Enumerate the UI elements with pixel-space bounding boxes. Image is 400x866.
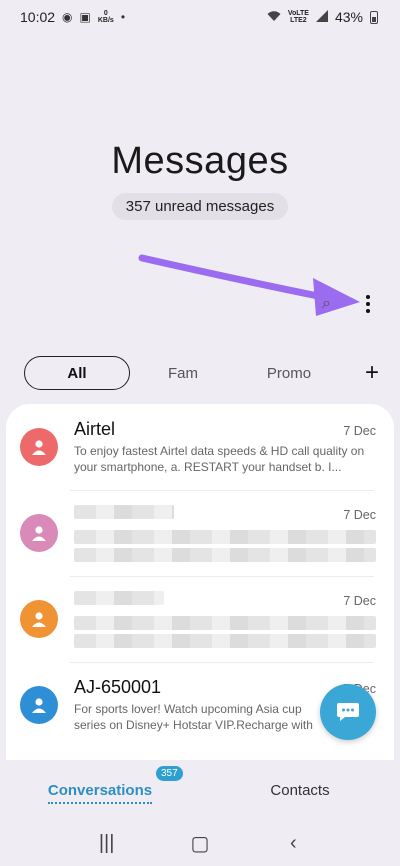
battery-icon	[370, 10, 378, 24]
avatar	[20, 600, 58, 638]
network-speed-unit: KB/s	[97, 17, 114, 24]
avatar	[20, 686, 58, 724]
more-dot	[366, 302, 370, 306]
back-icon[interactable]: ‹	[278, 832, 308, 855]
tab-all[interactable]: All	[24, 356, 130, 390]
conversations-count-badge: 357	[156, 765, 183, 781]
nav-contacts[interactable]: Contacts	[200, 782, 400, 799]
bottom-navigation: Conversations 357 Contacts	[0, 760, 400, 820]
status-right: VoLTE LTE2 43%	[267, 9, 378, 25]
person-icon	[32, 612, 46, 627]
signal-icon	[315, 10, 328, 24]
chat-icon	[337, 703, 359, 721]
nav-contacts-label: Contacts	[270, 781, 330, 799]
nav-conversations-label: Conversations	[47, 781, 153, 804]
tab-promo[interactable]: Promo	[236, 356, 342, 390]
header: Messages 357 unread messages	[0, 140, 400, 220]
person-icon	[32, 526, 46, 541]
more-notifications-dot-icon: •	[120, 10, 126, 24]
status-left: 10:02 ◉ ▣ 0 KB/s •	[20, 9, 125, 25]
blurred-sender	[74, 504, 174, 519]
blurred-preview	[74, 529, 376, 544]
recent-apps-icon[interactable]: |||	[92, 832, 122, 855]
person-icon	[32, 698, 46, 713]
blurred-preview	[74, 615, 376, 630]
status-bar: 10:02 ◉ ▣ 0 KB/s • VoLTE LTE2 43%	[0, 0, 400, 34]
conversation-row-blurred[interactable]: 7 Dec	[6, 490, 394, 576]
annotation-arrow	[138, 254, 360, 316]
sender-name: Airtel	[74, 419, 116, 439]
battery-percent: 43%	[334, 9, 363, 25]
tab-fam[interactable]: Fam	[130, 356, 236, 390]
avatar	[20, 428, 58, 466]
new-chat-button[interactable]	[320, 684, 376, 740]
home-icon[interactable]: ▢	[185, 831, 215, 856]
blurred-preview	[74, 633, 376, 648]
conversation-date: 7 Dec	[343, 593, 376, 608]
nav-conversations[interactable]: Conversations 357	[0, 765, 200, 804]
network-type: VoLTE LTE2	[288, 10, 309, 24]
network-speed: 0 KB/s	[98, 10, 114, 24]
conversation-body: Airtel 7 Dec To enjoy fastest Airtel dat…	[74, 419, 394, 475]
status-time: 10:02	[20, 9, 56, 25]
blurred-sender	[74, 590, 164, 605]
avatar	[20, 514, 58, 552]
person-icon	[32, 440, 46, 455]
sender-name: AJ-650001	[74, 677, 162, 697]
unread-count-badge: 357 unread messages	[111, 193, 289, 220]
conversation-row-airtel[interactable]: Airtel 7 Dec To enjoy fastest Airtel dat…	[6, 404, 394, 490]
category-tabs: All Fam Promo +	[24, 355, 384, 391]
more-dot	[366, 309, 370, 313]
conversation-body: 7 Dec	[74, 504, 394, 562]
search-icon[interactable]: ⌕	[322, 295, 331, 313]
page-title: Messages	[111, 140, 289, 182]
conversation-body: 7 Dec	[74, 590, 394, 648]
conversation-date: 7 Dec	[343, 424, 376, 438]
network-speed-value: 0	[103, 10, 108, 17]
image-notification-icon: ▣	[79, 10, 91, 24]
message-preview: To enjoy fastest Airtel data speeds & HD…	[74, 444, 365, 474]
network-type-top: VoLTE	[287, 10, 309, 17]
more-dot	[366, 295, 370, 299]
conversation-row-blurred[interactable]: 7 Dec	[6, 576, 394, 662]
more-options-icon[interactable]	[359, 292, 377, 316]
system-navigation-bar: ||| ▢ ‹	[0, 820, 400, 866]
add-category-button[interactable]: +	[360, 361, 384, 385]
wifi-icon	[267, 10, 281, 24]
conversation-date: 7 Dec	[343, 507, 376, 522]
network-type-bottom: LTE2	[290, 17, 307, 24]
blurred-preview	[74, 547, 376, 562]
whatsapp-icon: ◉	[62, 10, 73, 24]
